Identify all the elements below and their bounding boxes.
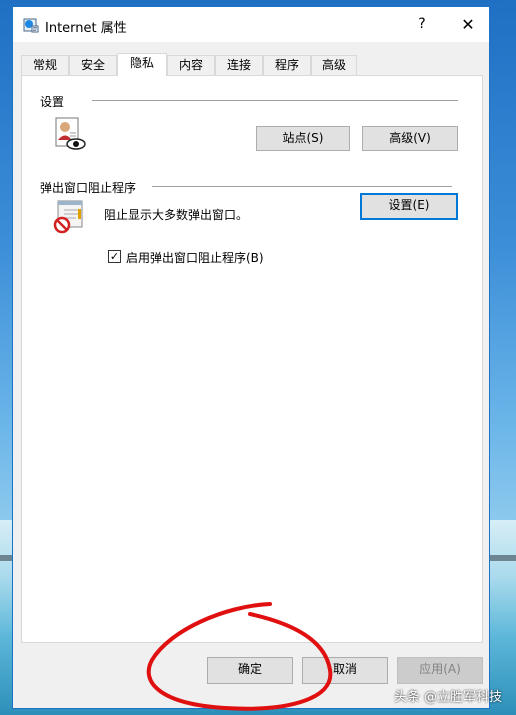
watermark-text: 头条 @立胜军科技 xyxy=(393,690,502,705)
settings-group-divider xyxy=(92,100,458,101)
window-title: Internet 属性 xyxy=(45,21,127,36)
close-button[interactable]: ✕ xyxy=(445,7,491,42)
desktop-jetty-right xyxy=(490,555,516,561)
popup-settings-button[interactable]: 设置(E) xyxy=(360,193,458,220)
tab-general[interactable]: 常规 xyxy=(21,55,69,75)
tab-security[interactable]: 安全 xyxy=(69,55,117,75)
privacy-eye-icon xyxy=(55,117,86,150)
settings-group-title: 设置 xyxy=(40,93,71,110)
tab-advanced[interactable]: 高级 xyxy=(311,55,357,75)
enable-popup-blocker-label[interactable]: 启用弹出窗口阻止程序(B) xyxy=(126,249,264,266)
tab-privacy[interactable]: 隐私 xyxy=(117,53,167,76)
apply-button[interactable]: 应用(A) xyxy=(397,657,483,684)
popup-group-divider xyxy=(152,186,452,187)
popup-group-title: 弹出窗口阻止程序 xyxy=(40,179,143,196)
popup-description: 阻止显示大多数弹出窗口。 xyxy=(104,208,249,222)
tab-programs[interactable]: 程序 xyxy=(263,55,311,75)
sites-button[interactable]: 站点(S) xyxy=(256,126,350,151)
internet-options-icon xyxy=(23,18,39,33)
help-button[interactable]: ? xyxy=(399,7,445,42)
tab-connections[interactable]: 连接 xyxy=(215,55,263,75)
enable-popup-blocker-checkbox[interactable]: ✓ xyxy=(108,250,121,263)
advanced-privacy-button[interactable]: 高级(V) xyxy=(362,126,458,151)
privacy-tab-panel: 设置 站点(S) 高级(V) 弹出窗口阻止程序 阻止显示大多数弹出窗口。 设置(… xyxy=(21,75,483,643)
annotation-circle xyxy=(146,602,333,711)
tab-content[interactable]: 内容 xyxy=(167,55,215,75)
popup-blocker-icon xyxy=(53,200,83,234)
title-bar[interactable]: Internet 属性 ? ✕ xyxy=(13,7,489,42)
